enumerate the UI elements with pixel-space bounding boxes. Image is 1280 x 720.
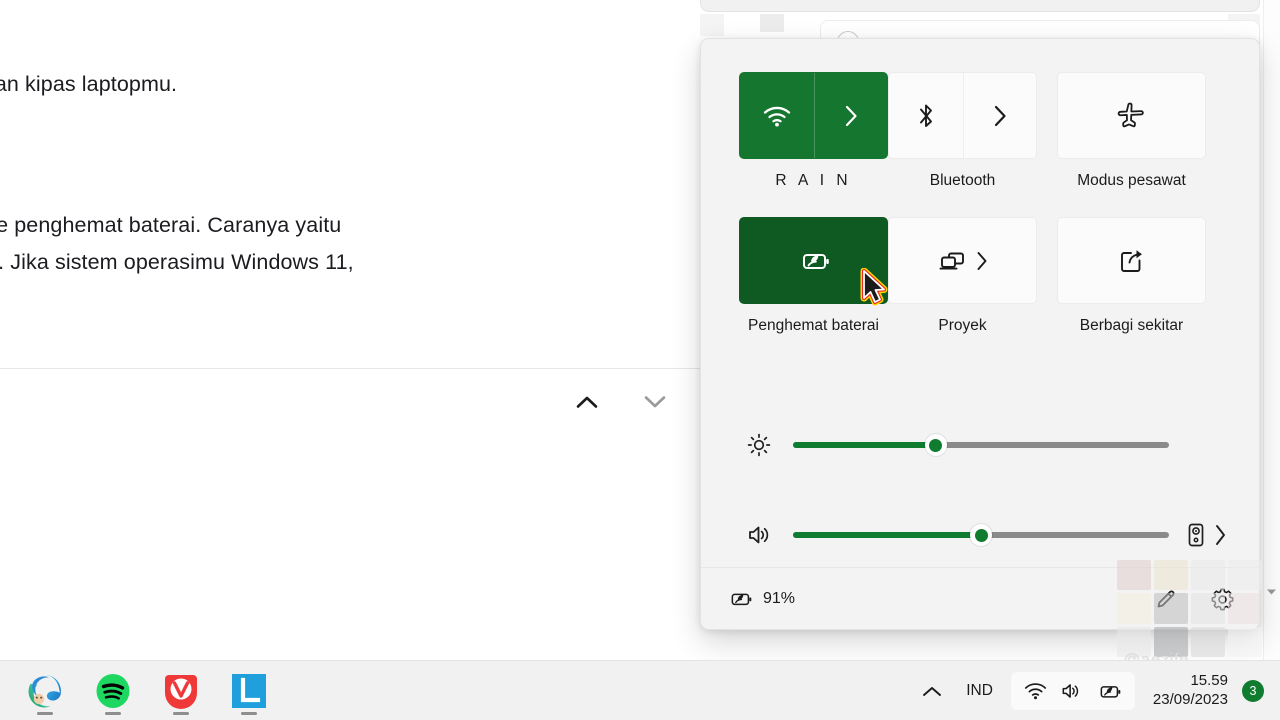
quick-tile-label-battery-saver: Penghemat baterai	[748, 317, 879, 335]
project-icon	[938, 249, 968, 273]
taskbar: IND 15.59 23/09/2023 3	[0, 660, 1280, 720]
clock-date: 23/09/2023	[1152, 691, 1228, 708]
quick-tile-project[interactable]	[888, 217, 1037, 305]
edit-quick-settings-button[interactable]	[1149, 582, 1183, 616]
wifi-toggle[interactable]	[740, 73, 814, 158]
speaker-select-icon	[1186, 522, 1206, 548]
quick-tile-label-wifi: R A I N	[775, 172, 852, 189]
document-text-line: can kipas laptopmu.	[0, 72, 178, 96]
quick-settings-tray-button[interactable]	[1010, 672, 1135, 710]
clock-time: 15.59	[1190, 672, 1228, 690]
pencil-icon	[1154, 587, 1178, 611]
quick-settings-tile-grid: R A I N Bluetooth Modus pesawat Penghema…	[739, 72, 1227, 338]
brightness-slider-thumb[interactable]	[924, 434, 947, 456]
content-divider	[0, 368, 703, 369]
chevron-down-icon	[644, 395, 666, 409]
page-scrollbar[interactable]	[1263, 0, 1280, 660]
document-text-line: ode penghemat baterai. Caranya yaitu	[0, 213, 342, 237]
battery-saver-icon	[797, 249, 831, 273]
wifi-icon	[1024, 682, 1047, 701]
content-pager	[560, 385, 690, 419]
quick-tile-airplane-mode[interactable]	[1057, 72, 1206, 159]
bluetooth-toggle[interactable]	[889, 73, 963, 158]
chevron-up-icon	[922, 685, 942, 698]
taskbar-item-lightshot[interactable]	[226, 668, 272, 715]
next-button[interactable]	[638, 385, 672, 419]
document-content-area: can kipas laptopmu. ode penghemat batera…	[0, 0, 720, 660]
wifi-icon	[762, 104, 792, 128]
battery-saver-icon	[1096, 682, 1122, 701]
tile-cell-project: Proyek	[888, 217, 1057, 338]
scroll-down-arrow-icon[interactable]	[1265, 585, 1278, 598]
chevron-up-icon	[576, 395, 598, 409]
background-window-tab[interactable]	[760, 14, 784, 32]
volume-slider-row	[739, 515, 1227, 555]
taskbar-item-spotify[interactable]	[90, 668, 136, 715]
screen: can kipas laptopmu. ode penghemat batera…	[0, 0, 1280, 720]
brightness-icon	[739, 425, 779, 465]
background-window-top-edge	[700, 0, 1260, 12]
battery-saver-icon	[727, 589, 753, 609]
tile-cell-wifi: R A I N	[739, 72, 888, 193]
taskbar-app-list	[22, 661, 272, 720]
quick-tile-bluetooth[interactable]	[888, 72, 1037, 159]
taskbar-item-vivaldi[interactable]	[158, 668, 204, 715]
chevron-right-icon	[844, 105, 858, 127]
brightness-slider[interactable]	[793, 434, 1169, 456]
document-text-line: an. Jika sistem operasimu Windows 11,	[0, 250, 354, 274]
tile-cell-nearby-share: Berbagi sekitar	[1057, 217, 1226, 338]
nearby-share-icon	[1118, 247, 1146, 275]
volume-icon	[739, 515, 779, 555]
bluetooth-icon	[916, 102, 936, 130]
brightness-slider-row	[739, 425, 1227, 465]
quick-settings-flyout: R A I N Bluetooth Modus pesawat Penghema…	[700, 38, 1260, 630]
quick-tile-battery-saver[interactable]	[739, 217, 888, 305]
background-window-left-pane	[700, 14, 724, 36]
notification-badge[interactable]: 3	[1242, 680, 1264, 702]
quick-tile-label-project: Proyek	[938, 317, 987, 335]
quick-tile-nearby-share[interactable]	[1057, 217, 1206, 305]
tile-cell-bluetooth: Bluetooth	[888, 72, 1057, 193]
taskbar-item-edge[interactable]	[22, 668, 68, 715]
quick-settings-footer-actions	[1149, 568, 1239, 629]
gear-icon	[1210, 587, 1235, 612]
chevron-right-icon[interactable]	[976, 251, 988, 271]
volume-slider-thumb[interactable]	[970, 524, 992, 546]
audio-output-selector[interactable]	[1186, 515, 1227, 555]
quick-tile-wifi[interactable]	[739, 72, 888, 159]
wifi-expand-button[interactable]	[815, 73, 887, 158]
quick-tile-label-nearby-share: Berbagi sekitar	[1079, 317, 1184, 335]
quick-tile-label-bluetooth: Bluetooth	[929, 172, 996, 189]
volume-slider[interactable]	[793, 524, 1169, 546]
bluetooth-expand-button[interactable]	[964, 73, 1036, 158]
language-indicator[interactable]: IND	[952, 682, 1007, 700]
airplane-icon	[1115, 101, 1149, 131]
chevron-right-icon	[993, 105, 1007, 127]
volume-icon	[1060, 681, 1083, 701]
quick-tile-label-airplane-mode: Modus pesawat	[1077, 172, 1186, 189]
previous-button[interactable]	[570, 385, 604, 419]
system-tray: IND 15.59 23/09/2023 3	[912, 661, 1268, 720]
taskbar-running-indicator	[173, 711, 189, 715]
chevron-right-icon[interactable]	[1214, 524, 1227, 546]
taskbar-running-indicator	[37, 711, 53, 715]
tile-cell-airplane: Modus pesawat	[1057, 72, 1226, 193]
tray-overflow-button[interactable]	[912, 671, 952, 711]
quick-settings-footer: 91%	[701, 567, 1259, 629]
tile-cell-battery-saver: Penghemat baterai	[739, 217, 888, 338]
clock-and-date[interactable]: 15.59 23/09/2023	[1135, 672, 1242, 710]
battery-percentage: 91%	[763, 589, 796, 607]
battery-status[interactable]: 91%	[727, 589, 795, 609]
taskbar-running-indicator	[241, 711, 257, 715]
taskbar-running-indicator	[105, 711, 121, 715]
open-settings-button[interactable]	[1205, 582, 1239, 616]
